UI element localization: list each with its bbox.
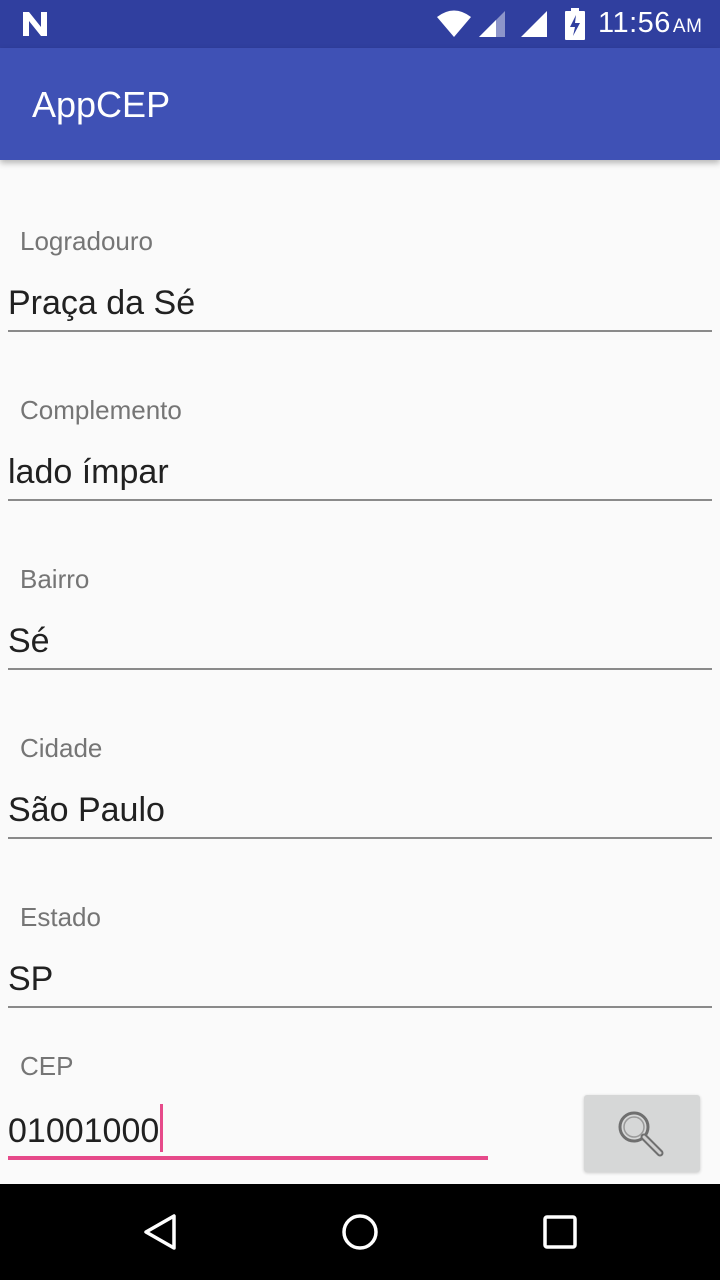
text-cursor bbox=[160, 1104, 164, 1152]
app-title: AppCEP bbox=[32, 84, 171, 125]
complemento-underline bbox=[8, 499, 712, 501]
bairro-label: Bairro bbox=[20, 564, 90, 594]
bairro-underline bbox=[8, 668, 712, 670]
wifi-icon bbox=[437, 10, 471, 37]
nav-bar bbox=[0, 1184, 720, 1280]
cep-value: 01001000 bbox=[8, 1112, 160, 1150]
cep-label: CEP bbox=[20, 1051, 74, 1081]
clock-ampm: AM bbox=[672, 16, 703, 37]
search-button[interactable] bbox=[584, 1095, 700, 1172]
logradouro-underline bbox=[8, 330, 712, 332]
cep-underline bbox=[8, 1156, 488, 1160]
logradouro-label: Logradouro bbox=[20, 226, 153, 256]
cidade-field[interactable]: São Paulo bbox=[8, 791, 165, 830]
cep-field[interactable]: 01001000 bbox=[8, 1104, 164, 1152]
back-icon[interactable] bbox=[140, 1212, 180, 1252]
search-icon bbox=[618, 1111, 664, 1157]
clock-time: 11:56 bbox=[598, 7, 671, 39]
estado-field[interactable]: SP bbox=[8, 960, 53, 999]
complemento-field[interactable]: lado ímpar bbox=[8, 453, 169, 492]
n-icon bbox=[23, 12, 47, 36]
bairro-field[interactable]: Sé bbox=[8, 622, 50, 661]
estado-label: Estado bbox=[20, 902, 101, 932]
cidade-label: Cidade bbox=[20, 733, 103, 763]
complemento-label: Complemento bbox=[20, 395, 182, 425]
estado-underline bbox=[8, 1006, 712, 1008]
signal-icon bbox=[479, 11, 505, 37]
logradouro-field[interactable]: Praça da Sé bbox=[8, 284, 195, 323]
signal-icon bbox=[521, 11, 547, 37]
battery-charging-icon bbox=[565, 8, 585, 40]
status-bar: 11:56 AM bbox=[0, 0, 720, 48]
status-clock: 11:56 AM bbox=[598, 7, 702, 40]
app-bar: AppCEP bbox=[0, 48, 720, 160]
home-icon[interactable] bbox=[340, 1212, 380, 1252]
cidade-underline bbox=[8, 837, 712, 839]
recents-icon[interactable] bbox=[540, 1212, 580, 1252]
